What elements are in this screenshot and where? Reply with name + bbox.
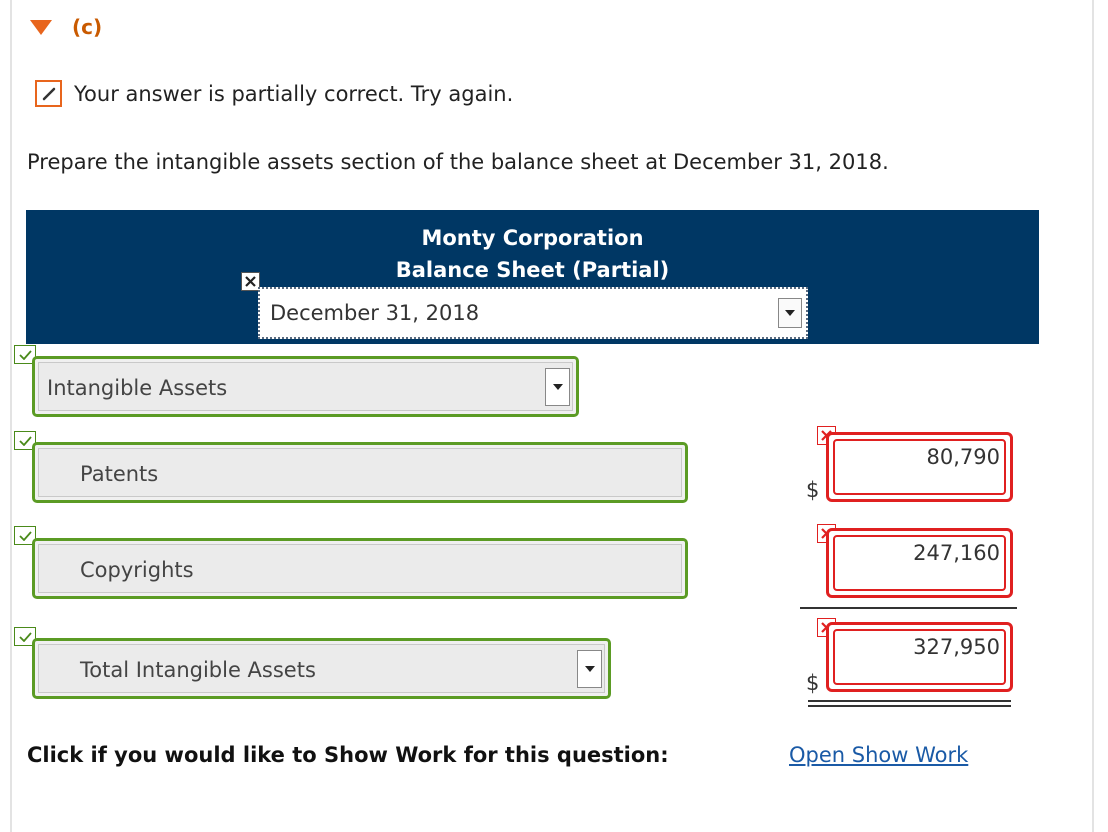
total-amount-input[interactable]: 327,950 (826, 622, 1013, 692)
status-message: Your answer is partially correct. Try ag… (74, 81, 514, 106)
question-instruction: Prepare the intangible assets section of… (27, 150, 889, 174)
total-double-rule-bottom (808, 705, 1011, 707)
intangible-assets-dropdown[interactable]: Intangible Assets (32, 356, 579, 417)
patents-field[interactable]: Patents (32, 442, 688, 503)
company-name: Monty Corporation (421, 226, 644, 250)
chevron-down-icon[interactable] (778, 298, 802, 328)
patents-currency: $ (806, 478, 820, 502)
collapse-triangle-icon[interactable] (30, 19, 52, 35)
chevron-down-icon[interactable] (577, 650, 602, 688)
copyrights-label: Copyrights (80, 558, 194, 582)
subtotal-rule (800, 607, 1017, 609)
copyrights-amount-input[interactable]: 247,160 (826, 528, 1013, 598)
date-dropdown[interactable]: December 31, 2018 (258, 287, 808, 339)
open-show-work-link[interactable]: Open Show Work (789, 743, 968, 767)
right-border (1092, 0, 1094, 832)
show-work-prompt: Click if you would like to Show Work for… (27, 743, 669, 767)
total-amount-value: 327,950 (913, 635, 1000, 659)
pencil-icon (35, 80, 62, 107)
copyrights-amount-value: 247,160 (913, 541, 1000, 565)
left-border (10, 0, 12, 832)
statement-title: Balance Sheet (Partial) (395, 258, 670, 282)
total-intangible-assets-dropdown[interactable]: Total Intangible Assets (32, 638, 611, 699)
patents-amount-value: 80,790 (926, 445, 1000, 469)
total-double-rule-top (808, 700, 1011, 702)
copyrights-field[interactable]: Copyrights (32, 538, 688, 599)
intangible-assets-label: Intangible Assets (47, 376, 228, 400)
total-currency: $ (806, 671, 820, 695)
section-label: (c) (72, 15, 103, 39)
total-intangible-assets-label: Total Intangible Assets (80, 658, 316, 682)
chevron-down-icon[interactable] (545, 368, 570, 406)
patents-label: Patents (80, 462, 159, 486)
section-header[interactable]: (c) (30, 15, 102, 39)
answer-status: Your answer is partially correct. Try ag… (35, 80, 513, 107)
patents-amount-input[interactable]: 80,790 (826, 432, 1013, 502)
date-dropdown-value: December 31, 2018 (270, 301, 480, 325)
